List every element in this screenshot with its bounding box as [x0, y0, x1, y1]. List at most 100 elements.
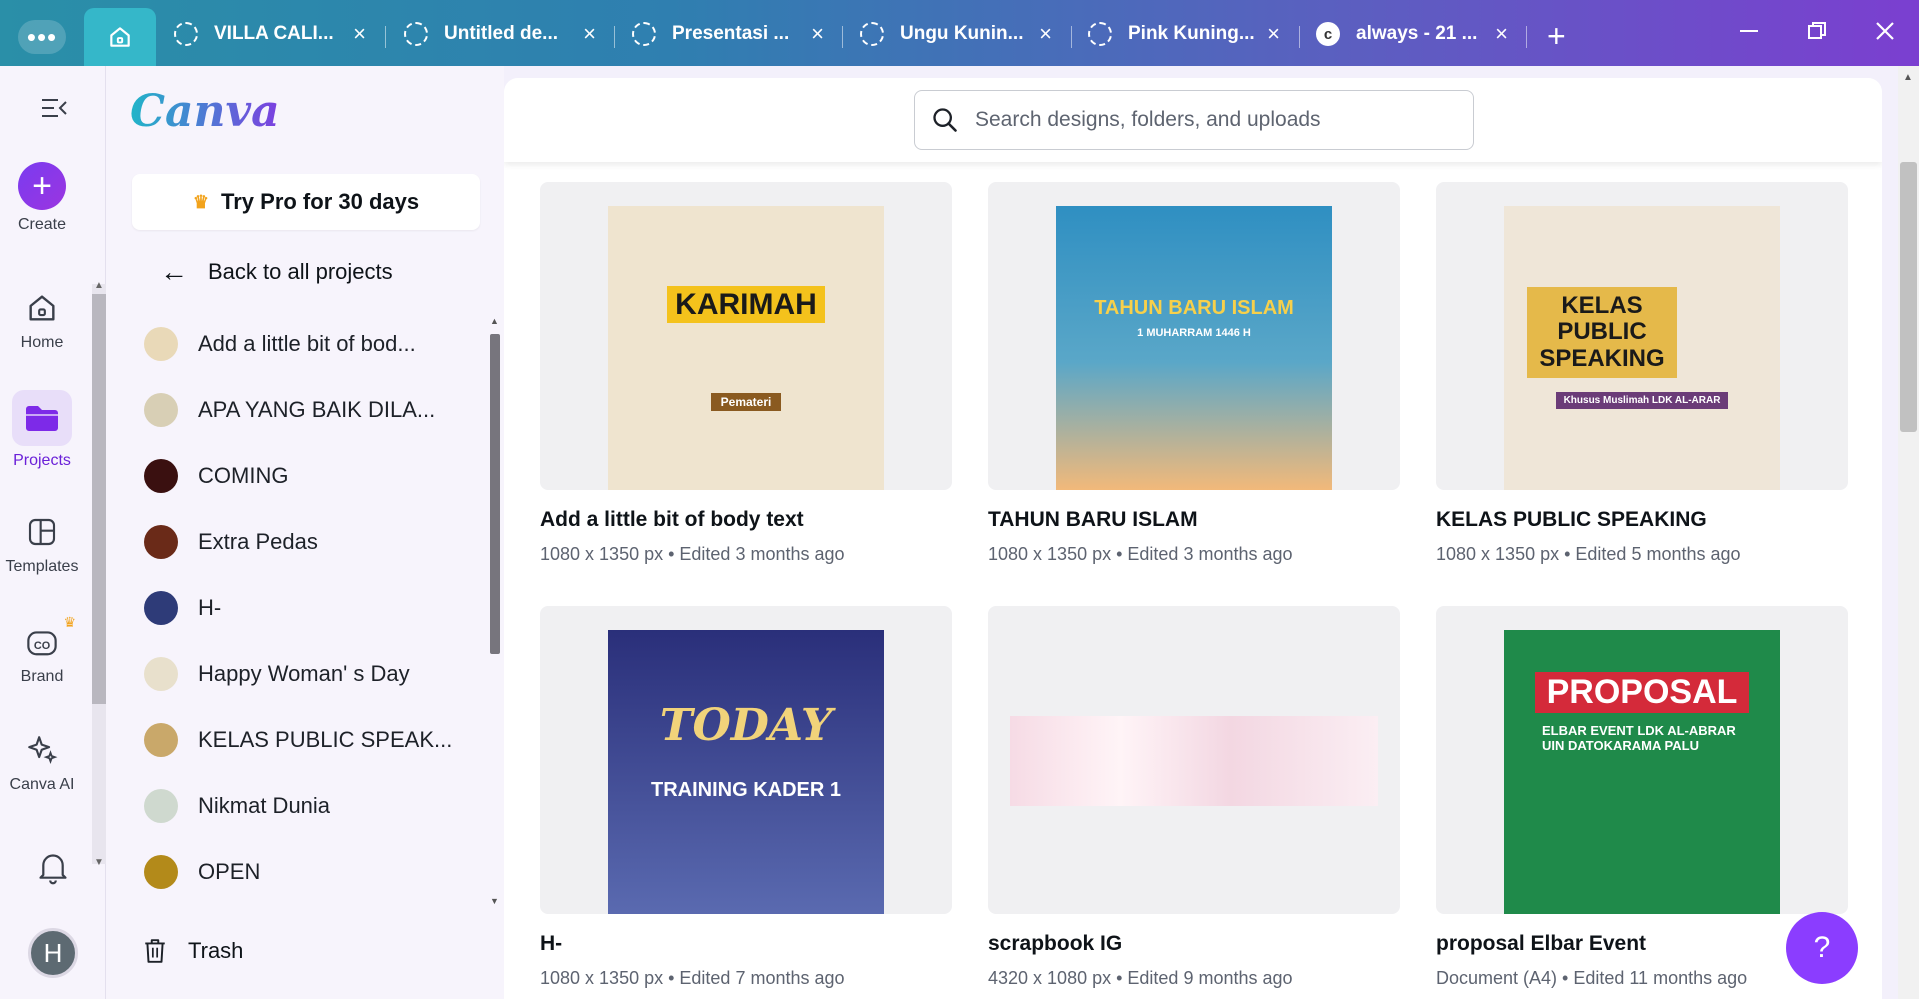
close-tab-icon[interactable]: × [1039, 21, 1052, 47]
scroll-down-arrow-icon[interactable]: ▼ [490, 896, 499, 906]
design-preview-subtext: Pemateri [710, 392, 782, 411]
nav-projects[interactable]: Projects [0, 390, 84, 470]
design-meta: 1080 x 1350 px • Edited 3 months ago [988, 544, 1293, 564]
rail-scrollbar[interactable]: ▲ ▼ [92, 280, 106, 868]
project-item[interactable]: Happy Woman' s Day [144, 654, 410, 694]
search-icon [933, 108, 957, 132]
tab-pink-kuning[interactable]: Pink Kuning... × [1088, 14, 1280, 54]
tab-label: Pink Kuning... [1128, 23, 1255, 44]
search-header [504, 78, 1882, 162]
design-card[interactable]: KELAS PUBLIC SPEAKING Khusus Muslimah LD… [1436, 182, 1848, 565]
project-label: COMING [198, 463, 289, 488]
search-box[interactable] [914, 90, 1474, 150]
design-preview: KELAS PUBLIC SPEAKING Khusus Muslimah LD… [1504, 206, 1780, 490]
project-label: OPEN [198, 859, 261, 884]
close-tab-icon[interactable]: × [353, 21, 366, 47]
project-thumbnail [144, 327, 178, 361]
design-card[interactable]: TODAY TRAINING KADER 1 H- 1080 x 1350 px… [540, 606, 952, 989]
tab-untitled-design[interactable]: Untitled de... × [404, 14, 596, 54]
project-item[interactable]: KELAS PUBLIC SPEAK... [144, 720, 452, 760]
scroll-up-arrow-icon[interactable]: ▲ [1903, 72, 1913, 83]
design-title[interactable]: scrapbook IG [988, 932, 1400, 956]
help-button[interactable]: ? [1786, 912, 1858, 984]
nav-templates[interactable]: Templates [0, 512, 84, 576]
new-tab-button[interactable]: + [1547, 18, 1566, 55]
tab-label: Presentasi ... [672, 23, 790, 44]
nav-home[interactable]: Home [0, 288, 84, 352]
notifications-bell-icon[interactable] [36, 850, 70, 886]
nav-brand[interactable]: CO ♛ Brand [0, 614, 84, 686]
nav-canva-ai[interactable]: Canva AI [0, 730, 84, 794]
crown-icon: ♛ [192, 191, 210, 212]
home-tab[interactable] [84, 8, 156, 66]
design-preview: KARIMAH Pemateri [608, 206, 884, 490]
design-thumbnail[interactable]: PROPOSAL ELBAR EVENT LDK AL-ABRAR UIN DA… [1436, 606, 1848, 914]
design-title[interactable]: KELAS PUBLIC SPEAKING [1436, 508, 1848, 532]
project-label: H- [198, 595, 222, 620]
more-menu-button[interactable]: ••• [18, 20, 66, 54]
design-title[interactable]: Add a little bit of body text [540, 508, 952, 532]
tab-presentasi[interactable]: Presentasi ... × [632, 14, 824, 54]
design-thumbnail[interactable]: TODAY TRAINING KADER 1 [540, 606, 952, 914]
design-thumbnail[interactable]: KELAS PUBLIC SPEAKING Khusus Muslimah LD… [1436, 182, 1848, 490]
panel-scrollbar[interactable]: ▲ ▼ [488, 316, 500, 906]
close-window-icon[interactable] [1876, 22, 1894, 40]
project-item[interactable]: Extra Pedas [144, 522, 318, 562]
loading-icon [860, 22, 884, 46]
design-card[interactable]: TAHUN BARU ISLAM 1 MUHARRAM 1446 H TAHUN… [988, 182, 1400, 565]
loading-icon [632, 22, 656, 46]
trash-link[interactable]: Trash [142, 936, 243, 966]
scroll-down-arrow-icon[interactable]: ▼ [94, 857, 104, 868]
project-item[interactable]: APA YANG BAIK DILA... [144, 390, 435, 430]
design-thumbnail[interactable]: TAHUN BARU ISLAM 1 MUHARRAM 1446 H [988, 182, 1400, 490]
scroll-up-arrow-icon[interactable]: ▲ [94, 280, 104, 291]
project-item[interactable]: Nikmat Dunia [144, 786, 330, 826]
design-card[interactable]: PROPOSAL ELBAR EVENT LDK AL-ABRAR UIN DA… [1436, 606, 1848, 989]
design-card[interactable]: scrapbook IG 4320 x 1080 px • Edited 9 m… [988, 606, 1400, 989]
tab-divider [1299, 26, 1300, 48]
avatar[interactable]: H [28, 928, 78, 978]
create-button[interactable]: + Create [0, 162, 84, 234]
project-item[interactable]: OPEN [144, 852, 260, 892]
canva-favicon-icon: c [1316, 22, 1340, 46]
canva-logo[interactable]: Canva [130, 86, 280, 137]
close-tab-icon[interactable]: × [583, 21, 596, 47]
project-thumbnail [144, 393, 178, 427]
project-label: APA YANG BAIK DILA... [198, 397, 436, 422]
canva-ai-label: Canva AI [9, 776, 75, 793]
design-title[interactable]: TAHUN BARU ISLAM [988, 508, 1400, 532]
design-thumbnail[interactable] [988, 606, 1400, 914]
main-scrollbar[interactable]: ▲ [1898, 66, 1919, 999]
minimize-icon[interactable] [1740, 30, 1758, 34]
main-scrollbar-thumb[interactable] [1900, 162, 1917, 432]
close-tab-icon[interactable]: × [1495, 21, 1508, 47]
project-item[interactable]: Add a little bit of bod... [144, 324, 416, 364]
tab-always[interactable]: c always - 21 ... × [1316, 14, 1508, 54]
home-icon [110, 27, 130, 47]
search-input[interactable] [975, 108, 1435, 132]
design-preview-subtext: 1 MUHARRAM 1446 H [1137, 327, 1251, 339]
rail-scrollbar-thumb[interactable] [92, 294, 106, 704]
trash-icon [145, 939, 165, 963]
loading-icon [174, 22, 198, 46]
design-preview: PROPOSAL ELBAR EVENT LDK AL-ABRAR UIN DA… [1504, 630, 1780, 914]
close-tab-icon[interactable]: × [811, 21, 824, 47]
design-title[interactable]: H- [540, 932, 952, 956]
sparkle-icon [28, 736, 58, 765]
back-to-all-projects-link[interactable]: ← Back to all projects [160, 256, 393, 288]
design-card[interactable]: KARIMAH Pemateri Add a little bit of bod… [540, 182, 952, 565]
panel-scrollbar-thumb[interactable] [490, 334, 500, 654]
project-item[interactable]: COMING [144, 456, 288, 496]
scroll-up-arrow-icon[interactable]: ▲ [490, 316, 499, 326]
tab-divider [1071, 26, 1072, 48]
left-rail: + Create Home Projects Templates CO ♛ Bra… [0, 66, 106, 999]
close-tab-icon[interactable]: × [1267, 21, 1280, 47]
try-pro-button[interactable]: ♛ Try Pro for 30 days [132, 174, 480, 230]
project-item[interactable]: H- [144, 588, 221, 628]
collapse-sidebar-icon[interactable] [40, 96, 68, 120]
restore-icon[interactable] [1808, 22, 1826, 40]
tab-villa-cali[interactable]: VILLA CALI... × [174, 14, 366, 54]
tab-ungu-kuning[interactable]: Ungu Kunin... × [860, 14, 1052, 54]
design-thumbnail[interactable]: KARIMAH Pemateri [540, 182, 952, 490]
design-meta: 1080 x 1350 px • Edited 7 months ago [540, 968, 845, 988]
